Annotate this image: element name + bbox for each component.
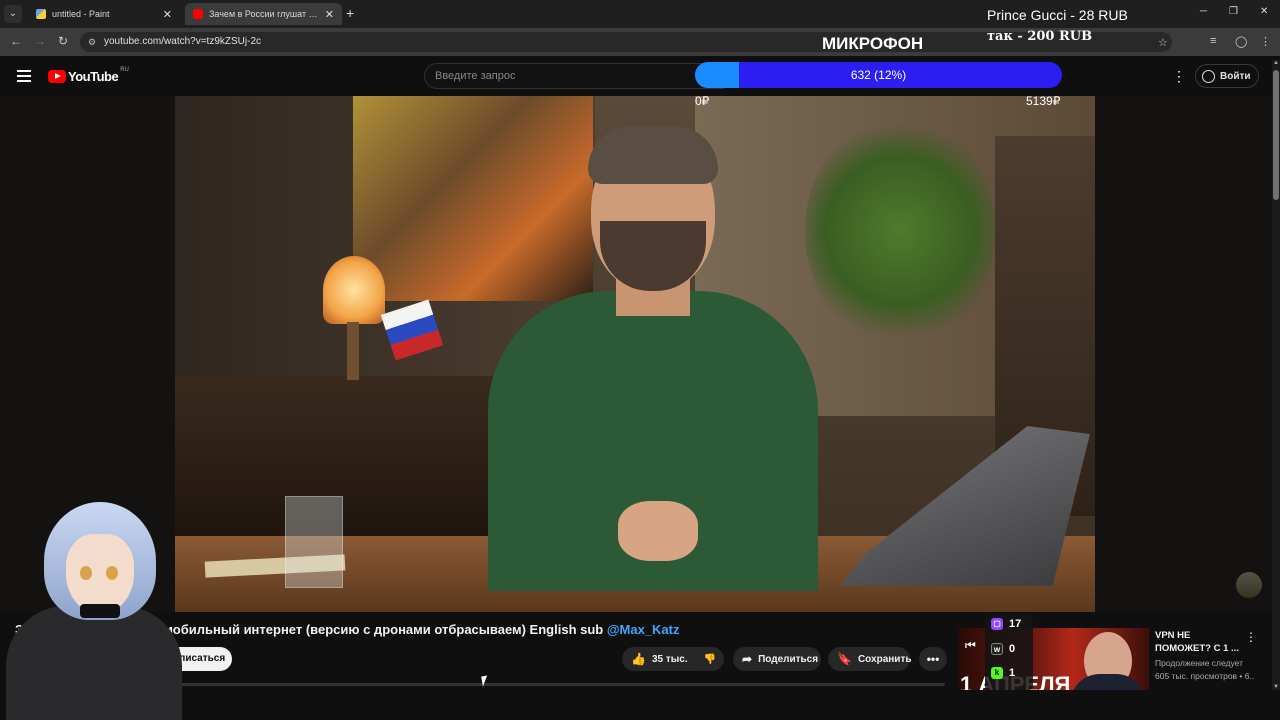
share-icon: ➦ [742, 652, 753, 666]
recommended-video-menu-icon[interactable]: ⋮ [1245, 630, 1257, 644]
thumbnail-suit [1070, 674, 1146, 690]
close-tab-icon[interactable]: ✕ [325, 8, 334, 21]
kick-icon: k [991, 667, 1003, 679]
scene-glass [285, 496, 343, 588]
twitch-viewers: ▢ 17 [991, 618, 1021, 630]
divider [160, 683, 945, 686]
donation-goal-label: 632 (12%) [850, 68, 907, 82]
recommended-video-title[interactable]: VPN НЕ ПОМОЖЕТ? С 1 ... [1155, 629, 1241, 655]
url-text: youtube.com/watch?v=tz9kZSUj-2c [104, 36, 262, 47]
avatar-eye [106, 566, 118, 580]
tab-youtube[interactable]: Зачем в России глушат мобильный ✕ [185, 3, 342, 25]
presenter-hair [588, 126, 718, 184]
account-icon [1202, 69, 1215, 83]
scroll-down-icon[interactable]: ▼ [1273, 684, 1279, 690]
bookmark-icon: 🔖 [837, 652, 852, 666]
sign-in-label: Войти [1220, 70, 1251, 82]
site-info-icon[interactable]: ⚙ [88, 37, 96, 48]
thumbs-down-icon: 👎 [703, 653, 717, 665]
settings-menu-icon[interactable]: ⋮ [1172, 68, 1186, 85]
more-actions-button[interactable]: ••• [919, 647, 947, 671]
scrollbar-thumb[interactable] [1273, 70, 1279, 200]
mouse-cursor-icon [481, 675, 489, 687]
close-window-icon[interactable]: ✕ [1260, 6, 1268, 17]
kick-count: 1 [1009, 667, 1016, 679]
browser-menu-icon[interactable]: ⋮ [1260, 35, 1271, 48]
menu-icon[interactable] [17, 70, 31, 82]
avatar-collar [80, 604, 120, 618]
share-button[interactable]: ➦ Поделиться [733, 647, 821, 671]
avatar-body [6, 606, 182, 720]
paint-icon [36, 9, 46, 19]
minimize-icon[interactable]: ─ [1200, 6, 1207, 17]
scroll-up-icon[interactable]: ▲ [1273, 60, 1279, 66]
tab-title: Зачем в России глушат мобильный [209, 9, 321, 19]
search-placeholder: Введите запрос [435, 70, 516, 82]
page-scrollbar[interactable]: ▲ ▼ [1272, 60, 1280, 690]
presenter [488, 126, 818, 591]
save-button[interactable]: 🔖 Сохранить [828, 647, 912, 671]
share-label: Поделиться [758, 653, 819, 665]
mic-label: МИКРОФОН [822, 34, 924, 53]
youtube-play-icon [48, 70, 66, 83]
viewer-count-widget: ▢ 17 w 0 k 1 [985, 615, 1033, 690]
youtube-header: YouTube RU Введите запрос ⋮ Войти [0, 56, 1280, 96]
presenter-hands [618, 501, 698, 561]
twitch-count: 17 [1009, 618, 1022, 630]
tab-title: untitled - Paint [52, 9, 110, 19]
tab-search-button[interactable]: ⌄ [4, 5, 22, 23]
vtuber-avatar [6, 496, 182, 720]
dislike-button[interactable]: 👎 [697, 647, 723, 671]
scene-lamp-base [347, 322, 359, 380]
recommended-video-views: 605 тыс. просмотров • 6... [1155, 671, 1255, 681]
profile-icon[interactable]: ◯ [1235, 35, 1247, 48]
logo-text: YouTube [68, 69, 119, 84]
donation-goal-bar: 632 (12%) [695, 62, 1062, 88]
recommended-video-subtitle: Продолжение следует [1155, 658, 1243, 668]
wasd-count: 0 [1009, 643, 1016, 655]
more-icon: ••• [926, 652, 940, 666]
forward-icon[interactable]: → [34, 34, 46, 48]
avatar-face [66, 534, 134, 614]
thumbs-up-icon: 👍 [631, 652, 646, 666]
donation-alert-2: так - 200 RUB [987, 29, 1093, 44]
video-player[interactable] [175, 96, 1095, 612]
kick-viewers: k 1 [991, 667, 1015, 679]
sign-in-button[interactable]: Войти [1195, 64, 1259, 88]
scene-laptop [840, 426, 1090, 586]
search-input[interactable]: Введите запрос [424, 63, 724, 89]
bookmark-star-icon[interactable]: ☆ [1158, 36, 1168, 49]
close-tab-icon[interactable]: ✕ [163, 8, 172, 21]
tab-paint[interactable]: untitled - Paint ✕ [28, 3, 180, 25]
donation-alert-1: Prince Gucci - 28 RUB [987, 7, 1128, 23]
like-count: 35 тыс. [651, 653, 688, 665]
save-label: Сохранить [857, 653, 912, 665]
skip-previous-icon[interactable]: ⏮ [965, 638, 976, 653]
extensions-icon[interactable]: ≡ [1210, 35, 1216, 47]
reload-icon[interactable]: ↻ [58, 34, 68, 48]
youtube-logo[interactable]: YouTube RU [48, 66, 129, 84]
avatar-eye [80, 566, 92, 580]
webcam-avatar [1236, 572, 1262, 598]
new-tab-button[interactable]: + [346, 5, 354, 21]
back-icon[interactable]: ← [10, 34, 22, 48]
region-code: RU [120, 66, 129, 73]
twitch-icon: ▢ [991, 618, 1003, 630]
wasd-icon: w [991, 643, 1003, 655]
goal-min-label: 0₽ [695, 94, 710, 108]
goal-max-label: 5139₽ [1026, 94, 1061, 108]
scene-lamp [323, 256, 385, 324]
youtube-favicon-icon [193, 9, 203, 19]
restore-icon[interactable]: ❐ [1229, 6, 1238, 17]
scene-plant [805, 116, 995, 346]
recommended-video-meta: Продолжение следует 605 тыс. просмотров … [1155, 657, 1255, 683]
video-title-rest: т мобильный интернет (версию с дронами о… [153, 622, 607, 637]
channel-mention-link[interactable]: @Max_Katz [607, 622, 680, 637]
wasd-viewers: w 0 [991, 643, 1015, 655]
